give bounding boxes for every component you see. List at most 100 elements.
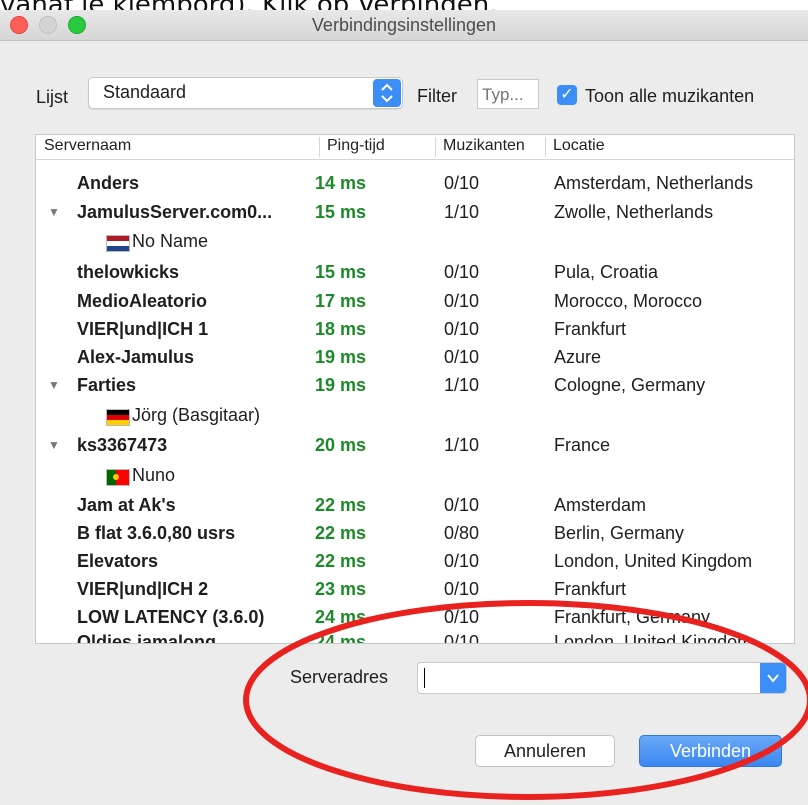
chevron-down-icon[interactable] [760, 663, 786, 693]
ping-time: 17 ms [315, 291, 367, 311]
column-separator [435, 137, 436, 157]
germany-flag-icon [106, 409, 130, 426]
column-separator [545, 137, 546, 157]
ping-time: 15 ms [315, 262, 367, 282]
server-location: London, United Kingdom [554, 632, 753, 644]
server-location: Cologne, Germany [554, 375, 706, 395]
header-server-name[interactable]: Servernaam [44, 137, 131, 155]
cancel-button[interactable]: Annuleren [475, 735, 615, 767]
disclosure-triangle-icon[interactable]: ▼ [48, 378, 60, 392]
header-location[interactable]: Locatie [553, 137, 605, 155]
show-all-musicians-label: Toon alle muzikanten [585, 86, 755, 106]
table-row[interactable]: Oldies jamalong 24 ms 0/10 London, Unite… [36, 629, 794, 644]
ping-time: 18 ms [315, 319, 367, 339]
netherlands-flag-icon [106, 235, 130, 252]
window-title: Verbindingsinstellingen [311, 15, 497, 35]
table-row[interactable]: Elevators 22 ms 0/10 London, United King… [36, 548, 794, 576]
server-location: Pula, Croatia [554, 262, 659, 282]
server-location: Frankfurt [554, 319, 627, 339]
server-name: VIER|und|ICH 1 [77, 319, 209, 339]
table-row[interactable]: B flat 3.6.0,80 usrs 22 ms 0/80 Berlin, … [36, 520, 794, 548]
server-address-combobox[interactable] [417, 662, 787, 694]
filter-input[interactable] [480, 82, 540, 108]
header-musicians[interactable]: Muzikanten [443, 137, 525, 155]
musician-count: 1/10 [444, 202, 480, 222]
table-row[interactable]: LOW LATENCY (3.6.0) 24 ms 0/10 Frankfurt… [36, 604, 794, 632]
table-row[interactable]: VIER|und|ICH 1 18 ms 0/10 Frankfurt [36, 316, 794, 344]
ping-time: 19 ms [315, 375, 367, 395]
server-name: thelowkicks [77, 262, 180, 282]
ping-time: 22 ms [315, 523, 367, 543]
checkmark-icon: ✓ [560, 86, 574, 103]
server-address-input[interactable] [424, 666, 748, 690]
ping-time: 22 ms [315, 495, 367, 515]
server-location: Morocco, Morocco [554, 291, 703, 311]
musician-count: 0/10 [444, 262, 480, 282]
server-name: Farties [77, 375, 137, 395]
musician-row[interactable]: Nuno [36, 462, 794, 490]
connect-button[interactable]: Verbinden [639, 735, 782, 767]
musician-count: 0/10 [444, 607, 480, 627]
server-name: B flat 3.6.0,80 usrs [77, 523, 236, 543]
disclosure-triangle-icon[interactable]: ▼ [48, 438, 60, 452]
musician-name: Nuno [132, 465, 176, 485]
musician-row[interactable]: No Name [36, 228, 794, 256]
ping-time: 24 ms [315, 632, 367, 644]
server-name: LOW LATENCY (3.6.0) [77, 607, 265, 627]
table-row[interactable]: ▼ Farties 19 ms 1/10 Cologne, Germany [36, 372, 794, 400]
list-label: Lijst [36, 87, 69, 107]
musician-count: 0/10 [444, 579, 480, 599]
ping-time: 14 ms [315, 173, 367, 193]
server-address-label: Serveradres [290, 667, 389, 687]
disclosure-triangle-icon[interactable]: ▼ [48, 205, 60, 219]
musician-name: Jörg (Basgitaar) [132, 405, 261, 425]
table-row[interactable]: thelowkicks 15 ms 0/10 Pula, Croatia [36, 259, 794, 287]
server-name: Alex-Jamulus [77, 347, 195, 367]
table-row[interactable]: Alex-Jamulus 19 ms 0/10 Azure [36, 344, 794, 372]
table-header: Servernaam Ping-tijd Muzikanten Locatie [36, 135, 794, 160]
table-row[interactable]: ▼ JamulusServer.com0... 15 ms 1/10 Zwoll… [36, 199, 794, 227]
server-name: Elevators [77, 551, 159, 571]
ping-time: 19 ms [315, 347, 367, 367]
updown-chevron-icon [373, 79, 401, 107]
musician-count: 0/10 [444, 319, 480, 339]
server-name: Jam at Ak's [77, 495, 176, 515]
server-location: Azure [554, 347, 602, 367]
table-row[interactable]: VIER|und|ICH 2 23 ms 0/10 Frankfurt [36, 576, 794, 604]
filter-field[interactable] [477, 79, 540, 109]
server-location: Amsterdam, Netherlands [554, 173, 754, 193]
server-list-table[interactable]: Servernaam Ping-tijd Muzikanten Locatie … [35, 134, 795, 644]
list-select[interactable]: Standaard [88, 77, 403, 109]
ping-time: 20 ms [315, 435, 367, 455]
musician-count: 1/10 [444, 435, 480, 455]
list-select-value: Standaard [103, 82, 187, 102]
server-name: ks3367473 [77, 435, 168, 455]
server-location: Zwolle, Netherlands [554, 202, 714, 222]
musician-count: 0/10 [444, 173, 480, 193]
text-cursor [424, 668, 425, 688]
musician-count: 0/10 [444, 495, 480, 515]
filter-label: Filter [417, 86, 457, 106]
server-name: Oldies jamalong [77, 632, 217, 644]
table-row[interactable]: Jam at Ak's 22 ms 0/10 Amsterdam [36, 492, 794, 520]
table-row[interactable]: Anders 14 ms 0/10 Amsterdam, Netherlands [36, 170, 794, 198]
title-bar: Verbindingsinstellingen [0, 10, 808, 41]
header-ping-time[interactable]: Ping-tijd [327, 137, 385, 155]
table-row[interactable]: ▼ ks3367473 20 ms 1/10 France [36, 432, 794, 460]
server-location: London, United Kingdom [554, 551, 753, 571]
musician-count: 0/10 [444, 551, 480, 571]
server-location: Amsterdam [554, 495, 647, 515]
show-all-musicians-checkbox[interactable]: ✓ [557, 85, 577, 105]
table-row[interactable]: MedioAleatorio 17 ms 0/10 Morocco, Moroc… [36, 288, 794, 316]
server-name: MedioAleatorio [77, 291, 208, 311]
ping-time: 23 ms [315, 579, 367, 599]
musician-row[interactable]: Jörg (Basgitaar) [36, 402, 794, 430]
musician-count: 0/10 [444, 632, 480, 644]
musician-name: No Name [132, 231, 209, 251]
portugal-flag-icon [106, 469, 130, 486]
ping-time: 15 ms [315, 202, 367, 222]
server-name: Anders [77, 173, 140, 193]
server-location: France [554, 435, 611, 455]
musician-count: 1/10 [444, 375, 480, 395]
column-separator [319, 137, 320, 157]
